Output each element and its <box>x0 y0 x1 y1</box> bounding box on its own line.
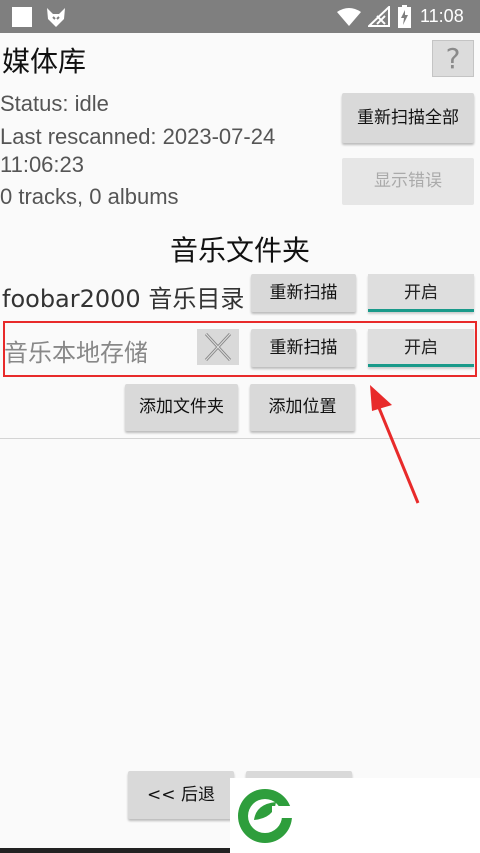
back-button[interactable]: << 后退 <box>128 771 234 819</box>
highlight-box <box>3 321 477 377</box>
add-location-button[interactable]: 添加位置 <box>250 384 355 431</box>
annotation-arrow <box>370 385 420 504</box>
notification-square-icon <box>12 7 32 27</box>
leaf-logo-icon <box>238 789 292 843</box>
clock: 11:08 <box>420 6 464 26</box>
nav-bar-line <box>0 848 230 853</box>
rescan-all-button[interactable]: 重新扫描全部 <box>342 93 474 143</box>
page-title: 媒体库 <box>2 45 87 78</box>
library-counts: 0 tracks, 0 albums <box>0 184 179 209</box>
signal-icon <box>368 6 390 27</box>
music-folders-heading: 音乐文件夹 <box>169 234 310 267</box>
status-text: Status: idle <box>0 91 109 116</box>
enable-folder-toggle[interactable]: 开启 <box>368 274 474 312</box>
status-bar: 11:08 <box>0 0 480 33</box>
rescan-folder-button[interactable]: 重新扫描 <box>251 274 356 312</box>
wifi-icon <box>337 8 361 26</box>
folder-name-foobar: foobar2000 音乐目录 <box>2 285 245 313</box>
show-errors-button[interactable]: 显示错误 <box>342 158 474 205</box>
last-rescanned-time: 11:06:23 <box>0 152 85 177</box>
last-rescanned-text: Last rescanned: 2023-07-24 <box>0 124 276 149</box>
help-button[interactable]: ? <box>432 40 474 77</box>
battery-charging-icon <box>398 5 411 28</box>
fox-app-icon <box>47 8 65 27</box>
add-folder-button[interactable]: 添加文件夹 <box>125 384 238 431</box>
